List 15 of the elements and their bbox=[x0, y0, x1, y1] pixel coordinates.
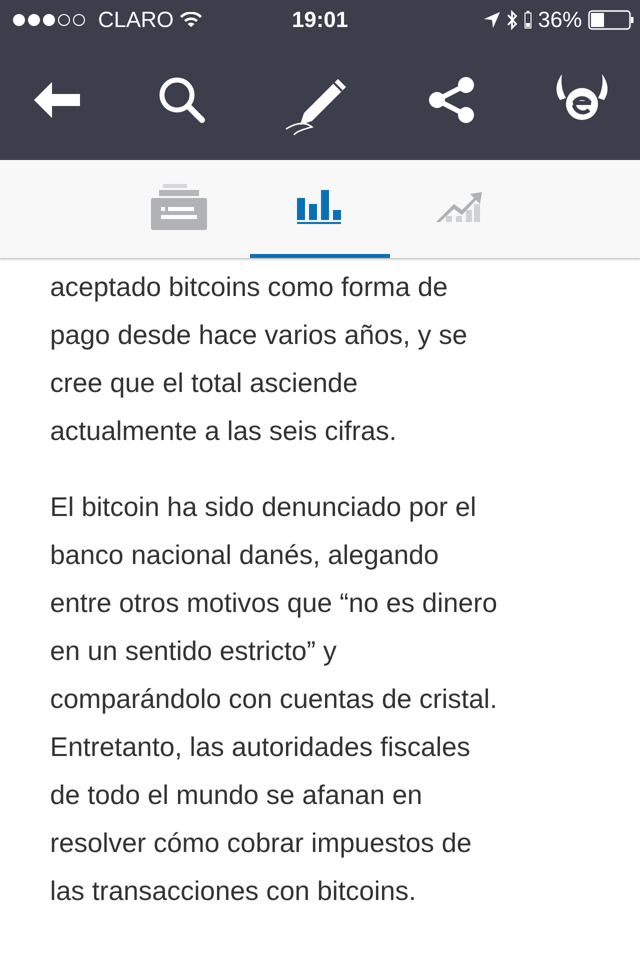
share-button[interactable] bbox=[427, 75, 477, 125]
article-paragraph: aceptado bitcoins como forma de pago desde hace varios años, y se cree que el total asciende actualmente a las seis cifras. bbox=[50, 271, 468, 448]
battery-icon bbox=[588, 10, 634, 30]
battery-percent: 36% bbox=[538, 7, 582, 33]
back-button[interactable] bbox=[32, 80, 82, 120]
article-paragraph: El bitcoin ha sido denunciado por el banco nacional danés, alegando entre otros motivos que “no es dinero en un sentido estricto” y comparándolo con cuentas de cristal. Entretanto, las autoridades fiscales de todo el mundo se afanan en resolver cómo cobrar impuestos de las transacciones con bitcoins. bbox=[50, 491, 498, 908]
clock-time: 19:01 bbox=[292, 7, 348, 33]
bluetooth-icon bbox=[506, 9, 518, 31]
search-button[interactable] bbox=[157, 75, 207, 125]
battery-small-icon bbox=[524, 11, 532, 29]
location-icon bbox=[484, 12, 500, 28]
wifi-icon bbox=[180, 12, 202, 28]
newspaper-icon bbox=[151, 184, 209, 230]
bar-chart-icon bbox=[297, 188, 343, 226]
carrier-name: CLARO bbox=[98, 7, 174, 33]
